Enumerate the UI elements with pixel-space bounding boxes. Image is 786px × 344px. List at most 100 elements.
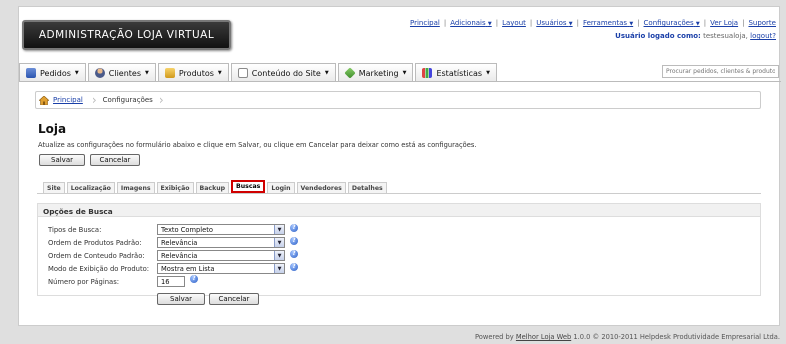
toplink-configuracoes[interactable]: Configurações ▼ [644, 19, 700, 27]
select-tipos-busca[interactable]: Texto Completo ▼ [157, 224, 285, 235]
toplink-ver-loja[interactable]: Ver Loja [710, 19, 738, 27]
nav-tab-marketing[interactable]: Marketing ▼ [337, 63, 414, 82]
chevron-down-icon: ▼ [402, 70, 407, 76]
breadcrumb-home[interactable]: Principal [36, 95, 86, 106]
chevron-down-icon: ▼ [568, 21, 573, 27]
orders-icon [26, 68, 36, 78]
statistics-icon [422, 68, 433, 78]
footer-prefix: Powered by [475, 333, 514, 341]
field-label-numero-paginas: Número por Páginas: [48, 278, 120, 286]
chevron-down-icon: ▼ [274, 238, 284, 247]
nav-tab-label: Marketing [358, 68, 399, 78]
chevron-down-icon: ▼ [145, 70, 149, 76]
tab-backup[interactable]: Backup [195, 182, 230, 193]
tab-detalhes[interactable]: Detalhes [347, 182, 387, 193]
top-links: Principal | Adicionais ▼ | Layout | Usuários ▼… [409, 19, 776, 27]
marketing-icon [344, 67, 356, 79]
user-label: Usuário logado como: [615, 32, 701, 40]
nav-tab-label: Estatísticas [436, 68, 483, 78]
nav-divider [19, 81, 781, 82]
toplink-usuarios[interactable]: Usuários ▼ [536, 19, 572, 27]
footer-suffix: 1.0.0 © 2010-2011 Helpdesk Produtividade… [573, 333, 780, 341]
nav-tab-label: Produtos [178, 68, 214, 78]
field-label-ordem-produtos: Ordem de Produtos Padrão: [48, 239, 142, 247]
pages-per-page-input[interactable] [157, 276, 185, 287]
settings-tabs: Site Localização Imagens Exibição Backup… [43, 180, 389, 193]
user-status: Usuário logado como: testesualoja, logou… [615, 32, 776, 40]
select-value: Relevância [161, 251, 198, 260]
nav-tab-label: Clientes [108, 68, 142, 78]
chevron-down-icon: ▼ [695, 21, 700, 27]
tab-localizacao[interactable]: Localização [66, 182, 115, 193]
chevron-down-icon: ▼ [74, 70, 79, 76]
toplink-principal[interactable]: Principal [410, 19, 440, 27]
nav-tab-clientes[interactable]: Clientes ▼ [87, 63, 156, 82]
toplink-ferramentas-label: Ferramentas [582, 19, 628, 27]
select-ordem-produtos[interactable]: Relevância ▼ [157, 237, 285, 248]
help-icon[interactable]: ? [290, 224, 298, 232]
help-icon[interactable]: ? [190, 275, 198, 283]
tab-imagens[interactable]: Imagens [116, 182, 155, 193]
chevron-down-icon: ▼ [629, 21, 634, 27]
field-label-ordem-conteudo: Ordem de Conteudo Padrão: [48, 252, 145, 260]
select-ordem-conteudo[interactable]: Relevância ▼ [157, 250, 285, 261]
help-icon[interactable]: ? [290, 250, 298, 258]
page-container: ADMINISTRAÇÃO LOJA VIRTUAL Principal | Adi… [18, 6, 781, 326]
breadcrumb-separator: › [158, 93, 164, 107]
select-value: Mostra em Lista [161, 264, 215, 273]
nav-tab-label: Pedidos [40, 68, 71, 78]
search-options-panel [37, 205, 761, 296]
tabs-divider [37, 193, 761, 194]
products-icon [164, 68, 175, 78]
toplink-usuarios-label: Usuários [536, 19, 567, 27]
save-button-bottom[interactable]: Salvar [157, 293, 205, 305]
breadcrumb-home-label: Principal [53, 96, 83, 104]
help-icon[interactable]: ? [290, 237, 298, 245]
chevron-down-icon: ▼ [274, 251, 284, 260]
toplink-adicionais[interactable]: Adicionais ▼ [450, 19, 492, 27]
toplink-layout[interactable]: Layout [502, 19, 526, 27]
nav-tab-conteudo[interactable]: Conteúdo do Site ▼ [230, 63, 336, 82]
toplink-suporte[interactable]: Suporte [748, 19, 776, 27]
admin-logo: ADMINISTRAÇÃO LOJA VIRTUAL [22, 20, 231, 50]
field-label-modo-exibicao: Modo de Exibição do Produto: [48, 265, 150, 273]
select-value: Texto Completo [161, 225, 213, 234]
tab-vendedores[interactable]: Vendedores [296, 182, 346, 193]
nav-tab-label: Conteúdo do Site [251, 68, 321, 78]
toplink-configuracoes-label: Configurações [643, 19, 694, 27]
chevron-down-icon: ▼ [487, 21, 492, 27]
footer-link[interactable]: Melhor Loja Web [516, 333, 571, 341]
toplink-ferramentas[interactable]: Ferramentas ▼ [583, 19, 633, 27]
tab-buscas[interactable]: Buscas [231, 180, 266, 193]
chevron-down-icon: ▼ [274, 264, 284, 273]
page-title: Loja [38, 122, 67, 136]
help-icon[interactable]: ? [290, 263, 298, 271]
customers-icon [94, 68, 105, 78]
main-nav: Pedidos ▼ Clientes ▼ Produtos ▼ Conteúdo… [19, 63, 499, 82]
nav-tab-produtos[interactable]: Produtos ▼ [157, 63, 229, 82]
home-icon [38, 95, 50, 106]
cancel-button-bottom[interactable]: Cancelar [209, 293, 259, 305]
nav-tab-estatisticas[interactable]: Estatísticas ▼ [415, 63, 497, 82]
tab-login[interactable]: Login [267, 182, 295, 193]
breadcrumb-separator: › [91, 93, 97, 107]
search-input[interactable] [662, 65, 779, 78]
footer: Powered by Melhor Loja Web 1.0.0 © 2010-… [475, 333, 780, 341]
tab-exibicao[interactable]: Exibição [156, 182, 194, 193]
chevron-down-icon: ▼ [274, 225, 284, 234]
nav-tab-pedidos[interactable]: Pedidos ▼ [19, 63, 86, 82]
logout-link[interactable]: logout? [750, 32, 776, 40]
select-modo-exibicao[interactable]: Mostra em Lista ▼ [157, 263, 285, 274]
toplink-adicionais-label: Adicionais [450, 19, 486, 27]
chevron-down-icon: ▼ [324, 70, 329, 76]
field-label-tipos-busca: Tipos de Busca: [48, 226, 102, 234]
breadcrumb-current: Configurações [102, 96, 153, 104]
section-title: Opções de Busca [37, 203, 761, 217]
content-icon [237, 68, 248, 78]
tab-site[interactable]: Site [43, 182, 65, 193]
chevron-down-icon: ▼ [217, 70, 222, 76]
page-intro: Atualize as configurações no formulário … [38, 141, 477, 149]
save-button-top[interactable]: Salvar [39, 154, 85, 166]
chevron-down-icon: ▼ [486, 70, 490, 76]
cancel-button-top[interactable]: Cancelar [90, 154, 140, 166]
